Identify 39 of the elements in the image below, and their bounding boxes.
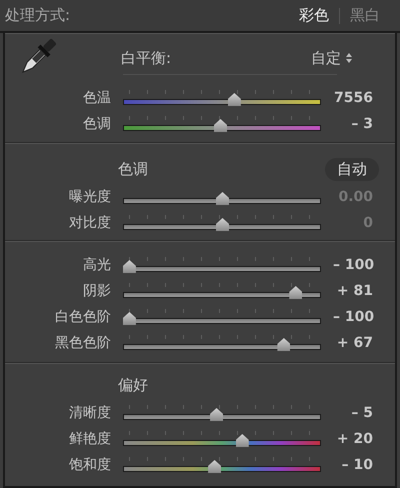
slider-thumb[interactable] xyxy=(122,260,136,273)
balance-mode-label: 白平衡: xyxy=(121,48,172,68)
auto-button[interactable]: 自动 xyxy=(325,158,379,180)
slider-value: + 81 xyxy=(336,283,373,299)
slider-value: – 10 xyxy=(340,457,373,473)
slider-value: 7556 xyxy=(333,90,373,106)
slider-label: 阴影 xyxy=(82,282,111,300)
slider-label: 色调 xyxy=(82,115,111,133)
balance-mode-dropdown[interactable]: 自定 xyxy=(311,48,353,68)
slider-thumb[interactable] xyxy=(277,338,290,351)
section-title: 偏好 xyxy=(118,376,149,394)
slider-thumb[interactable] xyxy=(210,408,224,421)
slider-label: 对比度 xyxy=(68,214,111,232)
slider-label: 曝光度 xyxy=(68,188,111,206)
treatment-option[interactable]: 彩色 xyxy=(289,6,339,25)
slider-label: 清晰度 xyxy=(68,404,111,422)
slider-value: 0.00 xyxy=(337,189,373,205)
slider-thumb[interactable] xyxy=(214,119,228,132)
slider-thumb[interactable] xyxy=(208,460,222,473)
slider-value: – 100 xyxy=(333,309,374,325)
slider-label: 饱和度 xyxy=(68,456,111,474)
slider-value: – 5 xyxy=(350,405,373,421)
slider-value: + 67 xyxy=(336,335,373,351)
slider-thumb[interactable] xyxy=(122,312,136,325)
slider-label: 白色色阶 xyxy=(54,308,111,326)
slider-label: 鲜艳度 xyxy=(68,430,111,448)
slider-value: – 100 xyxy=(333,257,374,273)
slider-label: 高光 xyxy=(82,256,111,274)
slider-label: 色温 xyxy=(82,89,111,107)
slider-thumb[interactable] xyxy=(289,286,302,299)
slider-thumb[interactable] xyxy=(236,434,249,447)
updown-icon xyxy=(345,52,353,64)
treatment-label: 处理方式: xyxy=(5,6,72,25)
slider-value: 0 xyxy=(362,215,373,231)
slider-thumb[interactable] xyxy=(228,93,241,106)
slider-label: 黑色色阶 xyxy=(54,334,111,352)
slider-value: + 20 xyxy=(336,431,373,447)
slider-value: – 3 xyxy=(350,116,373,132)
section-title: 色调 xyxy=(118,160,149,178)
